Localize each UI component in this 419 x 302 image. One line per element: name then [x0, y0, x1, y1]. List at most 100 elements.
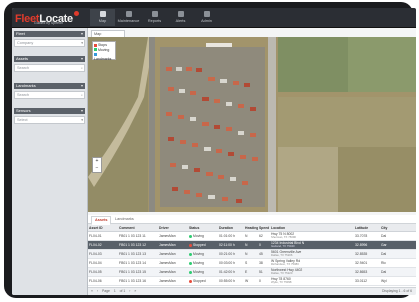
- cell-asset-id: FL04-01: [88, 231, 118, 241]
- cell-city: Ric: [380, 258, 416, 268]
- cell-heading: N: [244, 249, 258, 259]
- sidebar: Fleet ▾ Company ▾ Assets ▾ Search ⌕ Landmark…: [12, 28, 88, 295]
- zoom-in-button[interactable]: +: [93, 158, 101, 165]
- legend-swatch: [94, 43, 97, 47]
- map-icon: [99, 11, 106, 17]
- zoom-out-button[interactable]: −: [93, 165, 101, 172]
- map-legend: Stops Moving Landmarks: [92, 41, 116, 61]
- collapse-icon[interactable]: ▾: [81, 108, 83, 114]
- column-header[interactable]: City: [380, 224, 416, 232]
- cell-duration: 00:55:00 h: [218, 276, 244, 286]
- assets-grid-panel: Assets Landmarks Asset ID Comment Driver…: [88, 215, 416, 295]
- column-header[interactable]: Status: [188, 224, 218, 232]
- status-text: Moving: [193, 270, 204, 274]
- table-row-selected[interactable]: FL04-02 FB01 1 03 123 12 JamesMan Stoppe…: [88, 240, 416, 250]
- cell-location: Northwest Hwy 4402 Dallas, TX 75220: [270, 267, 354, 277]
- cell-driver: JamesMan: [158, 258, 188, 268]
- nav-label: Alerts: [175, 19, 186, 23]
- table-row[interactable]: FL04-04 FB01 1 03 123 14 JamesMan Moving…: [88, 258, 416, 268]
- cell-location: Hwy 78 8760 Wylie, TX 75098: [270, 276, 354, 286]
- cell-location: Hwy 75 N 8002 Sherman, TX 75090: [270, 231, 354, 241]
- panel-title: Assets: [16, 56, 29, 61]
- nav-alerts[interactable]: Alerts: [168, 9, 193, 26]
- cell-comment: FB01 1 03 123 14: [118, 258, 158, 268]
- nav-map[interactable]: Map: [90, 9, 115, 26]
- nav-maintenance[interactable]: Maintenance: [116, 9, 141, 26]
- cell-speed: 62: [258, 231, 270, 241]
- pagination-bar: « ‹ Page 1 of 1 › » Displaying 1 - 6 of …: [88, 287, 416, 295]
- cell-driver: JamesMan: [158, 240, 188, 250]
- sidebar-panel-assets: Assets ▾ Search ⌕: [14, 56, 85, 72]
- column-header[interactable]: Driver: [158, 224, 188, 232]
- status-text: Stopped: [193, 279, 206, 283]
- nav-admin[interactable]: Admin: [194, 9, 219, 26]
- assets-search-input[interactable]: Search ⌕: [14, 64, 85, 72]
- cell-location: 1234 Industrial Blvd N Garland, TX 75040: [270, 240, 354, 250]
- status-dot-icon: [189, 279, 192, 283]
- satellite-map[interactable]: Stops Moving Landmarks + −: [88, 37, 416, 212]
- sensors-select[interactable]: Select ▾: [14, 116, 85, 124]
- cell-city: Gar: [380, 240, 416, 250]
- field-text: Company: [17, 41, 34, 45]
- cell-comment: FB01 1 03 123 11: [118, 231, 158, 241]
- table-row[interactable]: FL04-03 FB01 1 03 123 13 JamesMan Moving…: [88, 249, 416, 259]
- nav-label: Reports: [147, 19, 162, 23]
- next-page-button[interactable]: ›: [129, 289, 130, 293]
- table-row[interactable]: FL04-01 FB01 1 03 123 11 JamesMan Moving…: [88, 231, 416, 241]
- nav-reports[interactable]: Reports: [142, 9, 167, 26]
- legend-swatch: [94, 52, 97, 56]
- collapse-icon[interactable]: ▾: [81, 83, 83, 89]
- cell-asset-id: FL04-06: [88, 276, 118, 286]
- cell-speed: 0: [258, 240, 270, 250]
- prev-page-button[interactable]: ‹: [97, 289, 98, 293]
- legend-item: Landmarks: [94, 52, 114, 61]
- cell-location: 5601 Greenville Ave Dallas, TX 75206: [270, 249, 354, 259]
- status-dot-icon: [189, 270, 192, 274]
- panel-header[interactable]: Assets ▾: [14, 56, 85, 62]
- status-text: Stopped: [193, 243, 206, 247]
- panel-header[interactable]: Landmarks ▾: [14, 83, 85, 89]
- column-header[interactable]: Duration: [218, 224, 244, 232]
- cell-asset-id: FL04-05: [88, 267, 118, 277]
- company-select[interactable]: Company ▾: [14, 39, 85, 47]
- cell-latitude: 33.7078: [354, 231, 380, 241]
- panel-header[interactable]: Sensors ▾: [14, 108, 85, 114]
- column-header[interactable]: Latitude: [354, 224, 380, 232]
- last-page-button[interactable]: »: [134, 289, 136, 293]
- cell-status: Moving: [188, 267, 218, 277]
- cell-duration: 00:21:00 h: [218, 249, 244, 259]
- cell-city: Dal: [380, 267, 416, 277]
- column-header[interactable]: Heading: [244, 224, 258, 232]
- cell-duration: 01:01:00 h: [218, 231, 244, 241]
- cell-duration: 00:03:00 h: [218, 258, 244, 268]
- panel-header[interactable]: Fleet ▾: [14, 31, 85, 37]
- cell-duration: 02:11:00 h: [218, 240, 244, 250]
- collapse-icon[interactable]: ▾: [81, 56, 83, 62]
- cell-driver: JamesMan: [158, 249, 188, 259]
- tab-landmarks[interactable]: Landmarks: [112, 216, 137, 223]
- table-row[interactable]: FL04-05 FB01 1 03 123 15 JamesMan Moving…: [88, 267, 416, 277]
- column-header[interactable]: Location: [270, 224, 354, 232]
- collapse-icon[interactable]: ▾: [81, 31, 83, 37]
- column-header[interactable]: Comment: [118, 224, 158, 232]
- landmarks-search-input[interactable]: Search ⌕: [14, 91, 85, 99]
- cell-duration: 01:42:00 h: [218, 267, 244, 277]
- location-line2: Dallas, TX 75220: [271, 271, 293, 276]
- nav-label: Admin: [201, 19, 212, 23]
- tab-assets[interactable]: Assets: [91, 216, 112, 225]
- first-page-button[interactable]: «: [91, 289, 93, 293]
- column-header[interactable]: Speed: [258, 224, 270, 232]
- cell-asset-id: FL04-02: [88, 240, 118, 250]
- grid-tabs: Assets Landmarks: [88, 215, 416, 225]
- cell-heading: N: [244, 231, 258, 241]
- chevron-down-icon: ▾: [81, 41, 83, 45]
- field-text: Search: [17, 66, 30, 70]
- nav-label: Map: [98, 19, 107, 23]
- sidebar-panel-sensors: Sensors ▾ Select ▾: [14, 108, 85, 124]
- cell-asset-id: FL04-04: [88, 258, 118, 268]
- table-row[interactable]: FL04-06 FB01 1 03 123 16 JamesMan Stoppe…: [88, 276, 416, 286]
- page-number-input[interactable]: 1: [114, 289, 116, 293]
- zoom-control: + −: [92, 157, 102, 173]
- bell-icon: [177, 11, 184, 17]
- column-header[interactable]: Asset ID: [88, 224, 118, 232]
